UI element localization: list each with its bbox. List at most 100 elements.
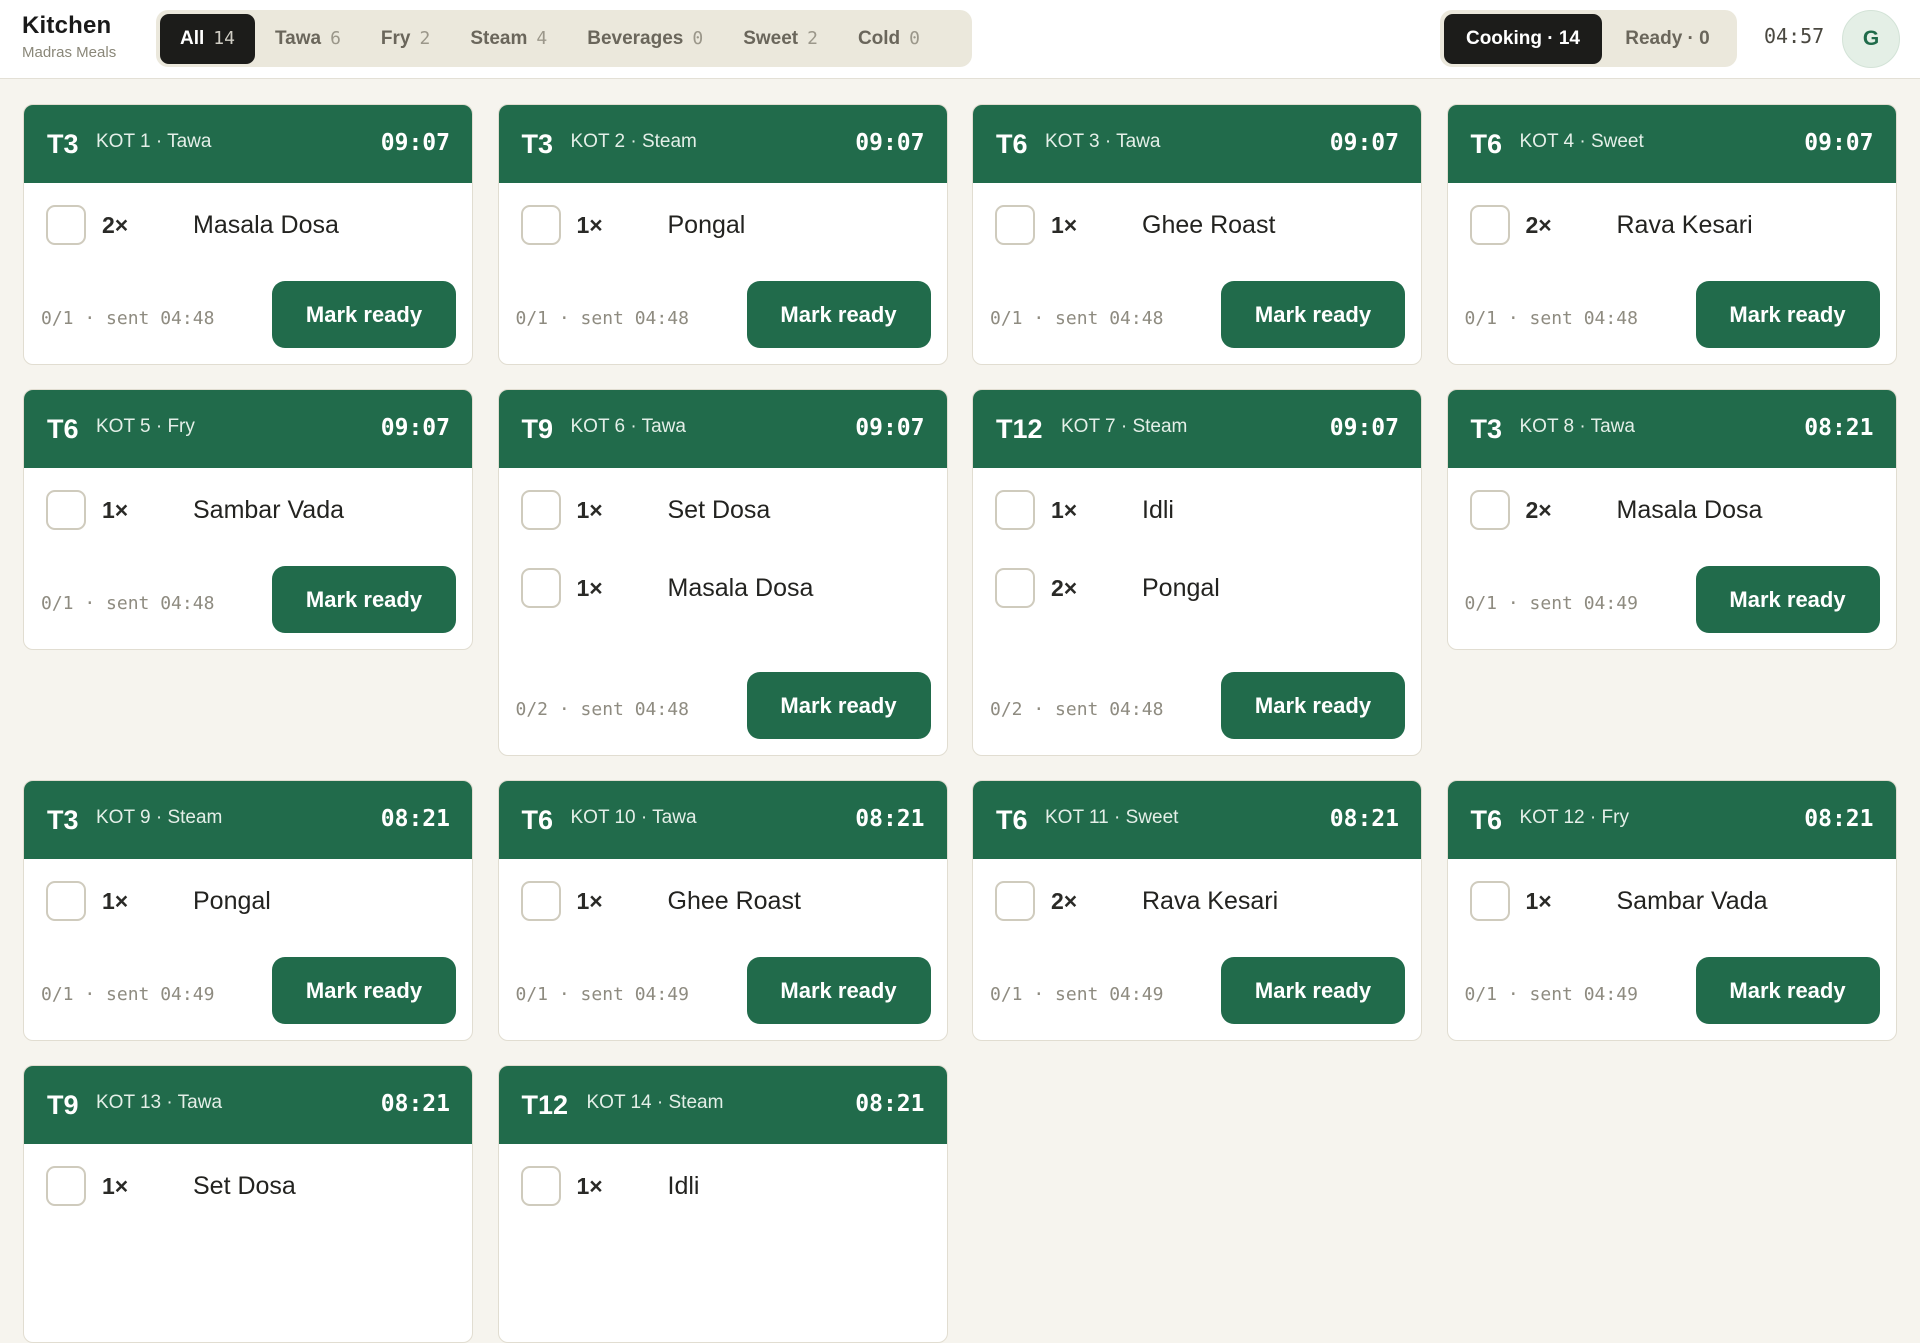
ticket-card: T6 KOT 5 · Fry 09:07 1× Sambar Vada 0/1 · sen… (23, 389, 473, 650)
order-item: 1× Pongal (520, 205, 921, 245)
item-quantity: 1× (102, 1173, 129, 1199)
item-checkbox[interactable] (46, 1166, 86, 1206)
table-number: T3 (521, 129, 554, 159)
item-checkbox[interactable] (46, 490, 86, 530)
item-quantity: 2× (1525, 497, 1552, 523)
ticket-body: 1× Set Dosa 1× Masala Dosa 0/2 · sent 04:48 M… (499, 468, 947, 755)
ticket-progress: 0/2 · sent 04:48 (990, 699, 1163, 720)
ticket-card: T6 KOT 10 · Tawa 08:21 1× Ghee Roast 0/1 · se… (497, 780, 948, 1041)
item-checkbox[interactable] (995, 490, 1035, 530)
filter-tab-beverages[interactable]: Beverages 0 (567, 14, 723, 64)
order-item: 1× Masala Dosa (520, 568, 921, 608)
order-item: 2× Masala Dosa (1469, 490, 1870, 530)
ready-tab[interactable]: Ready · 0 (1602, 14, 1733, 64)
item-checkbox[interactable] (1469, 881, 1510, 921)
items-done-count: 0/2 (515, 699, 549, 720)
mark-ready-button[interactable]: Mark ready (746, 957, 931, 1024)
item-checkbox[interactable] (46, 205, 86, 245)
filter-tab-fry[interactable]: Fry 2 (361, 14, 450, 64)
ticket-timer: 09:07 (1804, 130, 1874, 156)
table-number: T3 (47, 129, 79, 159)
filter-tab-cold[interactable]: Cold 0 (838, 14, 940, 64)
filter-tab-sweet[interactable]: Sweet 2 (723, 14, 838, 64)
filter-tab-steam[interactable]: Steam 4 (450, 14, 567, 64)
ticket-header: T12 KOT 14 · Steam 08:21 (498, 1066, 947, 1144)
mark-ready-button[interactable]: Mark ready (1221, 672, 1405, 739)
ticket-body: 1× Pongal 0/1 · sent 04:48 Mark ready (499, 183, 947, 364)
filter-tab-all[interactable]: All 14 (160, 13, 255, 64)
ticket-body: 1× Sambar Vada 0/1 · sent 04:49 Mark ready (1448, 859, 1896, 1040)
table-number: T6 (996, 805, 1028, 835)
ticket-progress: 0/2 · sent 04:48 (516, 699, 689, 720)
mark-ready-button[interactable]: Mark ready (272, 281, 456, 348)
order-item: 2× Masala Dosa (46, 205, 446, 245)
ticket-progress: 0/1 · sent 04:49 (1465, 984, 1638, 1005)
item-checkbox[interactable] (46, 881, 86, 921)
brand: Kitchen Madras Meals (22, 12, 116, 61)
mark-ready-button[interactable]: Mark ready (1221, 281, 1405, 348)
ticket-header: T3 KOT 1 · Tawa 09:07 (24, 105, 472, 183)
ticket-timer: 09:07 (855, 415, 925, 441)
mark-ready-button[interactable]: Mark ready (272, 957, 456, 1024)
ticket-body: 1× Ghee Roast 0/1 · sent 04:48 Mark ready (973, 183, 1421, 364)
item-checkbox[interactable] (520, 490, 561, 530)
item-checkbox[interactable] (995, 205, 1035, 245)
mark-ready-button[interactable]: Mark ready (1695, 957, 1880, 1024)
item-checkbox[interactable] (520, 568, 561, 608)
ticket-timer: 08:21 (380, 806, 450, 832)
filter-tab-label: Beverages (587, 27, 684, 49)
ticket-progress: 0/1 · sent 04:48 (41, 593, 214, 614)
items-done-count: 0/1 (990, 308, 1023, 329)
item-checkbox[interactable] (520, 881, 561, 921)
ticket-body: 1× Idli (499, 1144, 947, 1342)
mark-ready-button[interactable]: Mark ready (1221, 957, 1405, 1024)
filter-tab-tawa[interactable]: Tawa 6 (255, 14, 361, 64)
mark-ready-button[interactable]: Mark ready (272, 566, 456, 633)
item-checkbox[interactable] (520, 1166, 561, 1206)
mark-ready-button[interactable]: Mark ready (746, 281, 931, 348)
item-checkbox[interactable] (1469, 490, 1510, 530)
avatar[interactable]: G (1842, 10, 1900, 68)
table-number: T3 (1470, 414, 1503, 444)
order-item: 1× Pongal (46, 881, 446, 921)
ticket-timer: 08:21 (1804, 415, 1874, 441)
ticket-card: T3 KOT 9 · Steam 08:21 1× Pongal 0/1 · sent 0… (23, 780, 473, 1041)
ticket-header: T6 KOT 4 · Sweet 09:07 (1447, 105, 1896, 183)
ticket-footer: 0/1 · sent 04:49 Mark ready (499, 944, 947, 1040)
kot-label: KOT 4 · Sweet (1519, 131, 1644, 152)
item-quantity: 1× (576, 212, 603, 238)
item-checkbox[interactable] (995, 881, 1035, 921)
kot-label: KOT 9 · Steam (96, 807, 223, 828)
items-done-count: 0/1 (1464, 308, 1498, 329)
item-checkbox[interactable] (520, 205, 561, 245)
ticket-header: T9 KOT 13 · Tawa 08:21 (24, 1066, 472, 1144)
filter-tab-count: 4 (536, 28, 548, 49)
status-toggle: Cooking · 14 Ready · 0 (1440, 10, 1737, 67)
item-name: Set Dosa (193, 1172, 296, 1200)
mark-ready-button[interactable]: Mark ready (1695, 566, 1880, 633)
table-number: T12 (521, 1090, 569, 1120)
filter-tab-label: Tawa (274, 27, 322, 49)
kot-label: KOT 2 · Steam (570, 131, 697, 152)
kot-label: KOT 14 · Steam (586, 1092, 724, 1113)
items-done-count: 0/1 (1464, 984, 1498, 1005)
order-item: 1× Sambar Vada (46, 490, 446, 530)
sent-time: sent 04:48 (1055, 699, 1164, 720)
ticket-header: T12 KOT 7 · Steam 09:07 (973, 390, 1421, 468)
order-item: 2× Rava Kesari (1469, 205, 1870, 245)
ticket-footer: 0/1 · sent 04:48 Mark ready (1448, 268, 1896, 364)
separator-dot: · (73, 308, 107, 329)
mark-ready-button[interactable]: Mark ready (746, 672, 931, 739)
item-name: Masala Dosa (667, 574, 814, 602)
restaurant-name: Madras Meals (22, 44, 117, 61)
cooking-tab[interactable]: Cooking · 14 (1444, 13, 1602, 64)
mark-ready-button[interactable]: Mark ready (1695, 281, 1880, 348)
ticket-timer: 08:21 (855, 806, 925, 832)
ticket-card: T6 KOT 3 · Tawa 09:07 1× Ghee Roast 0/1 · sen… (972, 104, 1422, 365)
station-filter-tabs: All 14 Tawa 6 Fry 2 Steam 4 Beverages 0 Sweet 2 Cold… (156, 10, 972, 67)
item-quantity: 1× (576, 888, 603, 914)
item-quantity: 1× (1051, 497, 1078, 523)
item-name: Ghee Roast (1142, 211, 1276, 239)
item-checkbox[interactable] (1469, 205, 1510, 245)
item-checkbox[interactable] (995, 568, 1035, 608)
